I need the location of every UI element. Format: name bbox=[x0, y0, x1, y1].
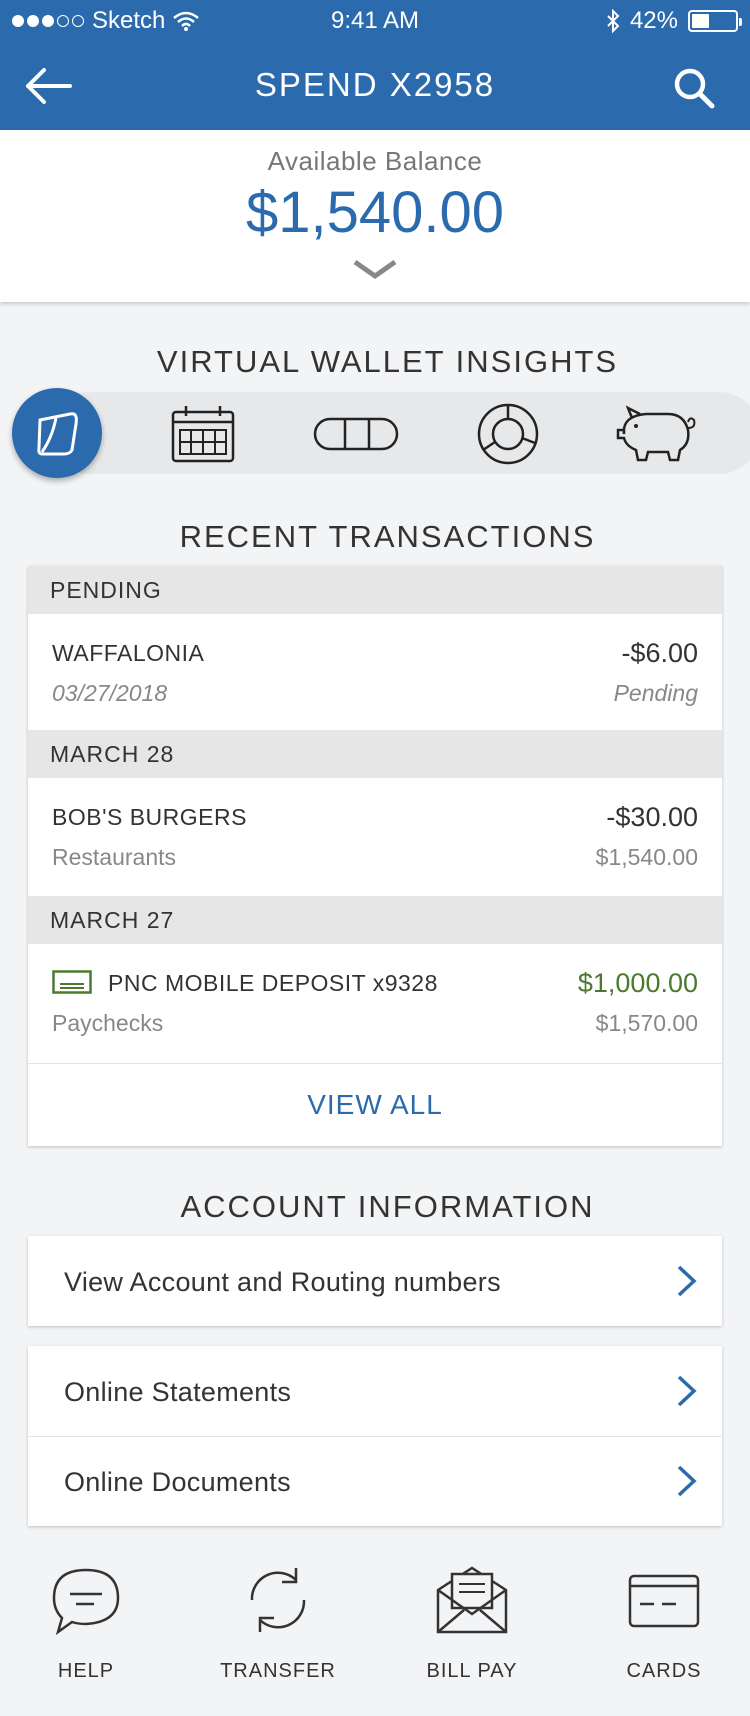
transaction-balance: $1,570.00 bbox=[595, 1010, 698, 1036]
transaction-amount: -$6.00 bbox=[621, 638, 698, 668]
nav-transfer[interactable]: TRANSFER bbox=[208, 1560, 348, 1700]
search-icon[interactable] bbox=[672, 66, 716, 110]
wallet-icon bbox=[37, 412, 78, 456]
transactions-card: PENDING WAFFALONIA 03/27/2018 -$6.00 Pen… bbox=[28, 566, 722, 1146]
bluetooth-icon bbox=[607, 9, 620, 33]
nav-label: CARDS bbox=[626, 1660, 702, 1682]
chat-bubble-icon bbox=[52, 1568, 120, 1636]
transaction-category: Restaurants bbox=[52, 844, 177, 870]
online-statements-row[interactable]: Online Statements bbox=[28, 1347, 722, 1435]
chevron-right-icon bbox=[677, 1375, 697, 1407]
nav-label: HELP bbox=[57, 1660, 115, 1682]
nav-cards[interactable]: CARDS bbox=[594, 1560, 734, 1700]
page-title: SPEND X2958 bbox=[254, 66, 496, 103]
credit-card-icon bbox=[628, 1574, 700, 1628]
transaction-row[interactable]: BOB'S BURGERS Restaurants -$30.00 $1,540… bbox=[28, 778, 722, 894]
balance-panel: Available Balance $1,540.00 bbox=[0, 130, 750, 302]
transaction-row[interactable]: WAFFALONIA 03/27/2018 -$6.00 Pending bbox=[28, 614, 722, 730]
envelope-bill-icon bbox=[436, 1566, 508, 1634]
piggy-bank-icon[interactable] bbox=[614, 404, 700, 464]
account-info-card: View Account and Routing numbers bbox=[28, 1236, 722, 1326]
row-label: Online Documents bbox=[64, 1467, 291, 1497]
transaction-category: Paychecks bbox=[52, 1010, 164, 1036]
transaction-date: 03/27/2018 bbox=[52, 680, 168, 706]
group-header-pending: PENDING bbox=[28, 566, 722, 614]
battery-icon bbox=[688, 10, 742, 32]
row-label: View Account and Routing numbers bbox=[64, 1267, 501, 1297]
app-header: Sketch 9:41 AM 42% SPEND X2958 bbox=[0, 0, 750, 130]
documents-card: Online Statements Online Documents bbox=[28, 1346, 722, 1526]
nav-help[interactable]: HELP bbox=[16, 1560, 156, 1700]
calendar-icon[interactable] bbox=[170, 404, 236, 464]
transaction-amount: -$30.00 bbox=[606, 802, 698, 832]
transaction-name: PNC MOBILE DEPOSIT x9328 bbox=[108, 970, 438, 996]
account-info-heading: ACCOUNT INFORMATION bbox=[180, 1189, 595, 1224]
nav-label: BILL PAY bbox=[426, 1660, 518, 1682]
insight-wallet-button[interactable] bbox=[12, 388, 102, 478]
chevron-down-icon[interactable] bbox=[352, 258, 398, 282]
toggle-pill-icon[interactable] bbox=[313, 416, 399, 452]
chevron-right-icon bbox=[677, 1265, 697, 1297]
donut-chart-icon[interactable] bbox=[476, 402, 540, 466]
row-label: Online Statements bbox=[64, 1377, 292, 1407]
transaction-amount: $1,000.00 bbox=[577, 968, 698, 998]
group-header-march-28: MARCH 28 bbox=[28, 730, 722, 778]
nav-label: TRANSFER bbox=[220, 1660, 336, 1682]
transactions-heading: RECENT TRANSACTIONS bbox=[179, 519, 596, 554]
balance-label: Available Balance bbox=[267, 146, 483, 176]
view-all-link[interactable]: VIEW ALL bbox=[28, 1064, 722, 1146]
balance-amount: $1,540.00 bbox=[245, 180, 505, 245]
transaction-status: Pending bbox=[613, 680, 698, 706]
account-routing-row[interactable]: View Account and Routing numbers bbox=[28, 1237, 722, 1325]
status-bar: Sketch 9:41 AM 42% bbox=[0, 0, 750, 40]
battery-percent: 42% bbox=[629, 7, 678, 34]
insights-heading: VIRTUAL WALLET INSIGHTS bbox=[156, 344, 619, 379]
transfer-refresh-icon bbox=[250, 1568, 306, 1632]
chevron-right-icon bbox=[677, 1465, 697, 1497]
check-deposit-icon bbox=[52, 970, 92, 994]
online-documents-row[interactable]: Online Documents bbox=[28, 1437, 722, 1525]
nav-bill-pay[interactable]: BILL PAY bbox=[402, 1560, 542, 1700]
transaction-name: WAFFALONIA bbox=[52, 640, 205, 666]
transaction-name: BOB'S BURGERS bbox=[52, 804, 247, 830]
transaction-balance: $1,540.00 bbox=[595, 844, 698, 870]
group-header-march-27: MARCH 27 bbox=[28, 896, 722, 944]
transaction-row[interactable]: PNC MOBILE DEPOSIT x9328 Paychecks $1,00… bbox=[28, 944, 722, 1060]
